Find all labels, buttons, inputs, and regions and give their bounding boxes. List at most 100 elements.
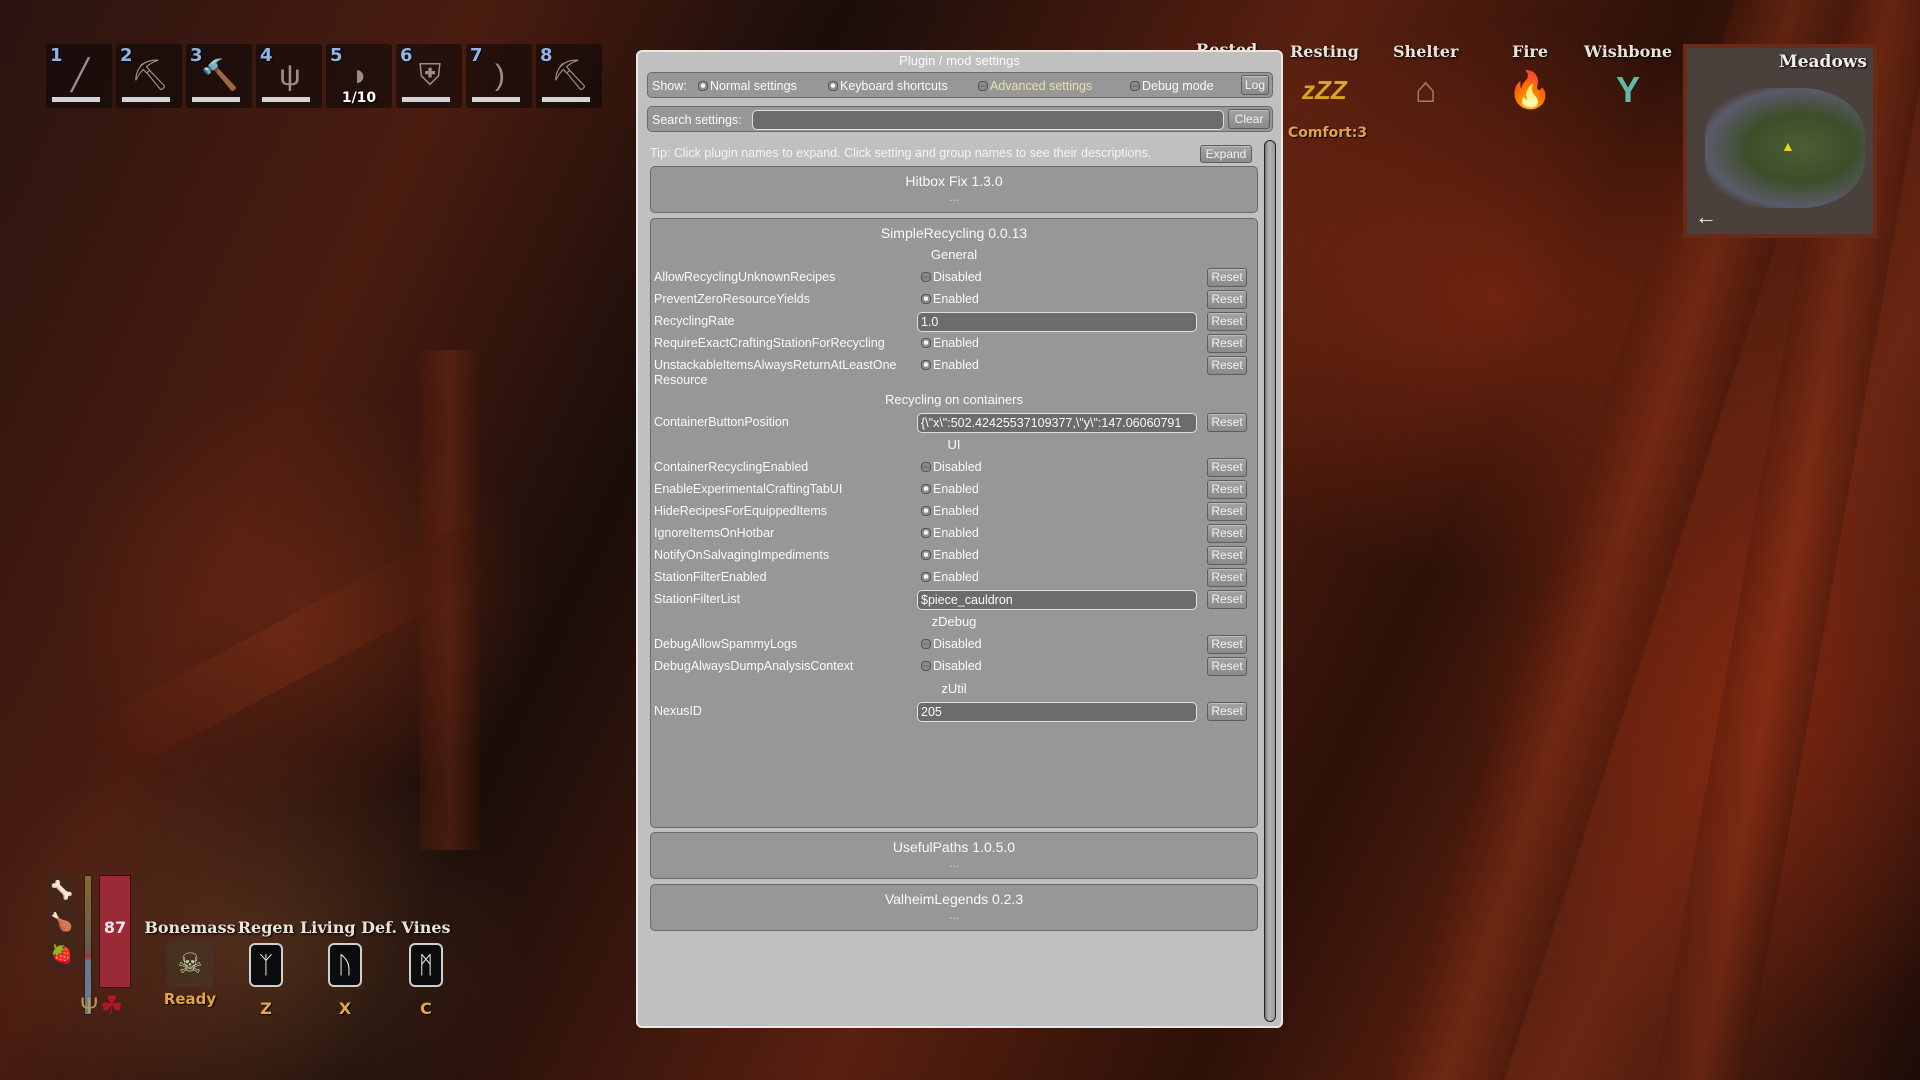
checkbox-unchecked-icon bbox=[1130, 81, 1140, 91]
setting-name[interactable]: AllowRecyclingUnknownRecipes bbox=[654, 270, 914, 285]
toggle-label: Enabled bbox=[933, 548, 979, 562]
plugin-hitbox-fix[interactable]: Hitbox Fix 1.3.0 ... bbox=[650, 166, 1258, 213]
ability-living-defense: Living Def. ᚢ X bbox=[300, 918, 398, 1018]
plugin-valheimlegends[interactable]: ValheimLegends 0.2.3 ... bbox=[650, 884, 1258, 931]
rune-uruz-icon: ᚢ bbox=[328, 943, 362, 987]
setting-toggle[interactable]: Disabled bbox=[921, 460, 982, 474]
reset-button[interactable]: Reset bbox=[1207, 458, 1247, 477]
setting-name[interactable]: DebugAlwaysDumpAnalysisContext bbox=[654, 659, 914, 674]
reset-button[interactable]: Reset bbox=[1207, 334, 1247, 353]
status-label: Wishbone bbox=[1584, 42, 1673, 61]
reset-button[interactable]: Reset bbox=[1207, 413, 1247, 432]
search-input[interactable] bbox=[752, 110, 1224, 130]
hotbar-slot-6[interactable]: 6 ⛨ bbox=[396, 44, 462, 108]
reset-button[interactable]: Reset bbox=[1207, 312, 1247, 331]
group-header[interactable]: zUtil bbox=[651, 681, 1257, 696]
setting-toggle[interactable]: Disabled bbox=[921, 659, 982, 673]
plugin-usefulpaths[interactable]: UsefulPaths 1.0.5.0 ... bbox=[650, 832, 1258, 879]
reset-button[interactable]: Reset bbox=[1207, 502, 1247, 521]
group-header[interactable]: General bbox=[651, 247, 1257, 262]
toggle-label: Disabled bbox=[933, 270, 982, 284]
setting-name[interactable]: ContainerRecyclingEnabled bbox=[654, 460, 914, 475]
setting-name[interactable]: StationFilterList bbox=[654, 592, 914, 607]
setting-toggle[interactable]: Enabled bbox=[921, 526, 979, 540]
reset-button[interactable]: Reset bbox=[1207, 635, 1247, 654]
plugin-settings-window: Plugin / mod settings Show: Normal setti… bbox=[636, 50, 1283, 1028]
setting-name[interactable]: NexusID bbox=[654, 704, 914, 719]
setting-toggle[interactable]: Disabled bbox=[921, 637, 982, 651]
setting-name[interactable]: ContainerButtonPosition bbox=[654, 415, 914, 430]
setting-name[interactable]: StationFilterEnabled bbox=[654, 570, 914, 585]
reset-button[interactable]: Reset bbox=[1207, 290, 1247, 309]
reset-button[interactable]: Reset bbox=[1207, 546, 1247, 565]
option-debug-mode[interactable]: Debug mode bbox=[1130, 79, 1214, 93]
setting-name[interactable]: RequireExactCraftingStationForRecycling bbox=[654, 336, 914, 351]
collapsed-indicator: ... bbox=[948, 190, 959, 204]
reset-button[interactable]: Reset bbox=[1207, 480, 1247, 499]
group-header[interactable]: UI bbox=[651, 437, 1257, 452]
hotbar-slot-8[interactable]: 8 ⛏ bbox=[536, 44, 602, 108]
setting-name[interactable]: DebugAllowSpammyLogs bbox=[654, 637, 914, 652]
group-header[interactable]: Recycling on containers bbox=[651, 392, 1257, 407]
setting-text-input[interactable]: 1.0 bbox=[917, 312, 1197, 332]
ability-name: Living Def. bbox=[300, 918, 398, 937]
setting-toggle[interactable]: Enabled bbox=[921, 292, 979, 306]
checkbox-unchecked-icon bbox=[921, 639, 931, 649]
hotbar-slot-1[interactable]: 1 ╱ bbox=[46, 44, 112, 108]
setting-name[interactable]: IgnoreItemsOnHotbar bbox=[654, 526, 914, 541]
setting-name[interactable]: EnableExperimentalCraftingTabUI bbox=[654, 482, 914, 497]
group-header[interactable]: zDebug bbox=[651, 614, 1257, 629]
cultivator-icon: ψ bbox=[279, 59, 301, 92]
setting-toggle[interactable]: Enabled bbox=[921, 548, 979, 562]
setting-toggle[interactable]: Enabled bbox=[921, 570, 979, 584]
window-title: Plugin / mod settings bbox=[899, 53, 1020, 68]
setting-toggle[interactable]: Enabled bbox=[921, 358, 979, 372]
player-marker-icon: ▲ bbox=[1781, 138, 1795, 154]
setting-toggle[interactable]: Enabled bbox=[921, 482, 979, 496]
setting-toggle[interactable]: Disabled bbox=[921, 270, 982, 284]
option-keyboard-shortcuts[interactable]: Keyboard shortcuts bbox=[828, 79, 948, 93]
setting-name[interactable]: UnstackableItemsAlwaysReturnAtLeastOne Re… bbox=[654, 358, 914, 388]
plugin-name[interactable]: SimpleRecycling 0.0.13 bbox=[651, 225, 1257, 241]
option-advanced-settings[interactable]: Advanced settings bbox=[978, 79, 1092, 93]
reset-button[interactable]: Reset bbox=[1207, 568, 1247, 587]
checkbox-checked-icon bbox=[921, 528, 931, 538]
item-count: 1/10 bbox=[341, 90, 377, 106]
scrollbar[interactable] bbox=[1264, 140, 1276, 1022]
setting-text-input[interactable]: 205 bbox=[917, 702, 1197, 722]
reset-button[interactable]: Reset bbox=[1207, 356, 1247, 375]
food-drumstick-icon: 🍗 bbox=[47, 907, 77, 937]
reset-button[interactable]: Reset bbox=[1207, 657, 1247, 676]
setting-name[interactable]: PreventZeroResourceYields bbox=[654, 292, 914, 307]
setting-name[interactable]: RecyclingRate bbox=[654, 314, 914, 329]
hotbar-slot-7[interactable]: 7) bbox=[466, 44, 532, 108]
setting-name[interactable]: NotifyOnSalvagingImpediments bbox=[654, 548, 914, 563]
option-normal-settings[interactable]: Normal settings bbox=[698, 79, 797, 93]
checkbox-unchecked-icon bbox=[921, 661, 931, 671]
hotbar-slot-3[interactable]: 3 🔨 bbox=[186, 44, 252, 108]
reset-button[interactable]: Reset bbox=[1207, 524, 1247, 543]
setting-text-input[interactable]: {\"x\":502.42425537109377,\"y\":147.0606… bbox=[917, 413, 1197, 433]
minimap[interactable]: Meadows ▲ ← bbox=[1683, 44, 1877, 238]
pickaxe-icon: ⛏ bbox=[550, 59, 590, 92]
hotbar-slot-2[interactable]: 2 ⛏ bbox=[116, 44, 182, 108]
log-button[interactable]: Log bbox=[1241, 75, 1269, 95]
expand-button[interactable]: Expand bbox=[1200, 145, 1252, 163]
setting-toggle[interactable]: Enabled bbox=[921, 336, 979, 350]
hammer-icon: 🔨 bbox=[201, 59, 239, 92]
clear-button[interactable]: Clear bbox=[1228, 109, 1270, 129]
rune-mannaz-icon: ᛗ bbox=[409, 943, 443, 987]
setting-toggle[interactable]: Enabled bbox=[921, 504, 979, 518]
setting-text-input[interactable]: $piece_cauldron bbox=[917, 590, 1197, 610]
setting-name[interactable]: HideRecipesForEquippedItems bbox=[654, 504, 914, 519]
reset-button[interactable]: Reset bbox=[1207, 702, 1247, 721]
show-label: Show: bbox=[652, 79, 687, 93]
reset-button[interactable]: Reset bbox=[1207, 590, 1247, 609]
reset-button[interactable]: Reset bbox=[1207, 268, 1247, 287]
toggle-label: Disabled bbox=[933, 637, 982, 651]
checkbox-checked-icon bbox=[921, 506, 931, 516]
hotbar-slot-4[interactable]: 4ψ bbox=[256, 44, 322, 108]
hotbar: 1 ╱ 2 ⛏ 3 🔨 4 ψ 5 ◗ 1/10 6 ⛨ 7) 8 ⛏ bbox=[46, 44, 602, 108]
hotbar-slot-5[interactable]: 5 ◗ 1/10 bbox=[326, 44, 392, 108]
collapsed-indicator: ... bbox=[948, 908, 959, 922]
